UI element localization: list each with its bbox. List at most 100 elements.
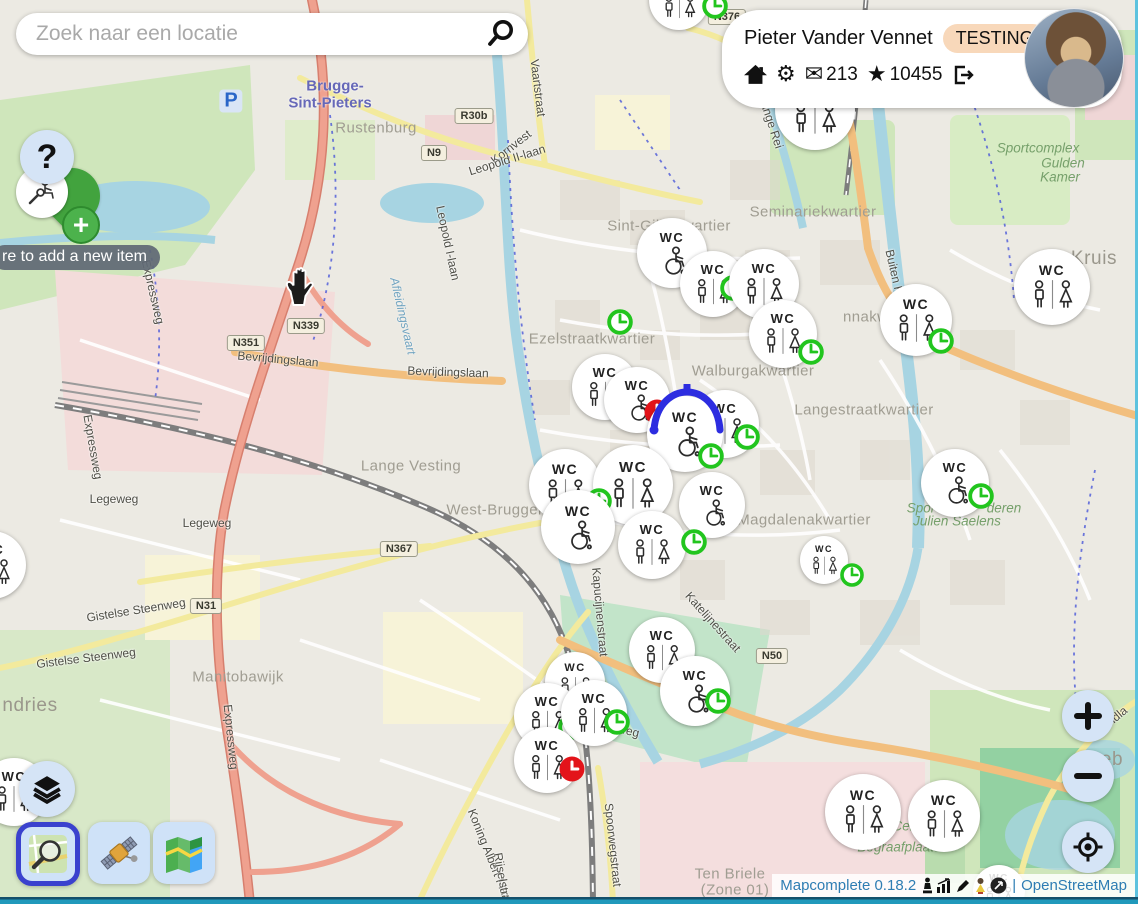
man-woman-figure-icon [0, 558, 14, 587]
wheelchair-figure-icon [554, 520, 602, 551]
zoom-out-button[interactable] [1062, 750, 1114, 802]
geolocate-button[interactable] [1062, 821, 1114, 873]
wc-label: WC [701, 263, 726, 276]
map-pin-toilet[interactable]: WC [649, 0, 709, 30]
satellite-icon [98, 832, 140, 874]
wc-label: WC [815, 545, 833, 554]
map-pin-toilet[interactable]: WC [514, 727, 580, 793]
mapcomplete-link[interactable]: Mapcomplete 0.18.2 [780, 877, 916, 894]
bottom-bar [0, 897, 1138, 904]
man-woman-figure-icon [921, 809, 968, 840]
map-pin-toilet[interactable]: WC [908, 780, 980, 852]
wheelchair-figure-icon [661, 426, 710, 458]
wc-label: WC [564, 663, 585, 674]
wheelchair-figure-icon [691, 499, 734, 527]
attribution-icons [921, 877, 1007, 894]
map-pin-toilet[interactable]: WC [679, 472, 745, 538]
map-pin-toilet[interactable]: WC [541, 490, 615, 564]
wc-label: WC [640, 523, 665, 536]
plus-icon [1074, 702, 1102, 730]
attribution-bar: Mapcomplete 0.18.2 | OpenStreetMap [772, 874, 1135, 897]
background-layer-map-button[interactable] [153, 822, 215, 884]
wc-label: WC [535, 695, 560, 708]
wc-label: WC [582, 692, 607, 705]
search-bar [16, 13, 528, 55]
layers-button[interactable] [19, 761, 75, 817]
home-button[interactable] [744, 63, 767, 86]
attribution-separator: | [1012, 877, 1016, 894]
wc-label: WC [683, 669, 708, 682]
star-icon: ★ [867, 62, 887, 87]
plus-badge: + [62, 206, 100, 244]
map-app: N376R30bN9N339N351N367N31N50PBrugge-Sint… [0, 0, 1138, 904]
changesets-count: 10455 [890, 64, 943, 86]
wc-label: WC [752, 262, 777, 275]
map-pin-toilet[interactable]: WC [1014, 249, 1090, 325]
help-button[interactable]: ? [20, 130, 74, 184]
background-layer-satellite-button[interactable] [88, 822, 150, 884]
wc-label: WC [771, 312, 796, 325]
background-layer-osm-button[interactable] [16, 822, 80, 886]
folded-map-icon [163, 832, 205, 874]
statue-icon [921, 877, 934, 894]
wc-label: WC [0, 543, 4, 556]
wc-label: WC [700, 484, 725, 497]
wc-label: WC [619, 460, 647, 475]
map-pin-toilet[interactable]: WC [825, 774, 901, 850]
attribution-version: 0.18.2 [874, 877, 916, 894]
map-pin-toilet[interactable]: WC [749, 300, 817, 368]
messages-button[interactable]: ✉ 213 [805, 62, 858, 87]
map-pin-toilet[interactable]: WC [880, 284, 952, 356]
man-woman-figure-icon [607, 477, 659, 511]
attribution-app: Mapcomplete [780, 877, 870, 894]
search-button[interactable] [484, 16, 518, 53]
openstreetmap-link[interactable]: OpenStreetMap [1021, 877, 1127, 894]
map-markers-layer: WC WC WC WC WC WC WC WC WC WC WC WC WC WC WC WC WC WC WC WC… [0, 0, 1138, 904]
license-icon [990, 877, 1007, 894]
man-woman-figure-icon [893, 313, 940, 344]
search-input[interactable] [34, 21, 484, 47]
map-pin-toilet[interactable]: WC [800, 536, 848, 584]
mascot-icon [973, 877, 988, 894]
map-pin-toilet[interactable]: WC [618, 511, 686, 579]
man-woman-figure-icon [660, 0, 699, 20]
mail-icon: ✉ [805, 62, 823, 87]
add-item-tooltip: re to add a new item [0, 245, 160, 270]
wc-label: WC [565, 504, 591, 518]
wc-label: WC [625, 379, 650, 392]
wc-label: WC [650, 629, 675, 642]
crosshair-icon [1072, 831, 1104, 863]
stats-icon [936, 878, 953, 894]
open-now-clock-badge [607, 309, 633, 335]
osm-carto-icon [28, 834, 68, 874]
map-pin-toilet[interactable]: WC [660, 656, 730, 726]
wc-label: WC [850, 788, 876, 802]
edit-pencil-icon [955, 878, 971, 894]
man-woman-figure-icon [630, 538, 674, 567]
wc-label: WC [943, 461, 968, 474]
settings-button[interactable]: ⚙ [776, 62, 796, 87]
logout-button[interactable] [951, 63, 975, 87]
man-woman-figure-icon [761, 327, 805, 356]
gear-icon: ⚙ [776, 62, 796, 87]
map-pin-toilet[interactable]: WC [561, 680, 627, 746]
messages-count: 213 [826, 64, 858, 86]
user-avatar[interactable] [1024, 8, 1124, 108]
map-pin-toilet[interactable]: WC [921, 449, 989, 517]
wc-label: WC [660, 231, 685, 244]
map-pin-toilet[interactable]: WC [0, 531, 26, 599]
wheelchair-figure-icon [933, 476, 977, 505]
wheelchair-figure-icon [672, 684, 718, 714]
wc-label: WC [672, 410, 698, 424]
man-woman-figure-icon [809, 556, 840, 576]
wc-label: WC [535, 739, 560, 752]
man-woman-figure-icon [526, 754, 569, 782]
logout-icon [951, 63, 975, 87]
changesets-button[interactable]: ★ 10455 [867, 62, 943, 87]
zoom-in-button[interactable] [1062, 690, 1114, 742]
user-name: Pieter Vander Vennet [744, 27, 933, 50]
man-woman-figure-icon [1028, 279, 1077, 311]
search-icon [486, 18, 516, 48]
home-icon [744, 63, 767, 86]
man-woman-figure-icon [839, 804, 888, 836]
